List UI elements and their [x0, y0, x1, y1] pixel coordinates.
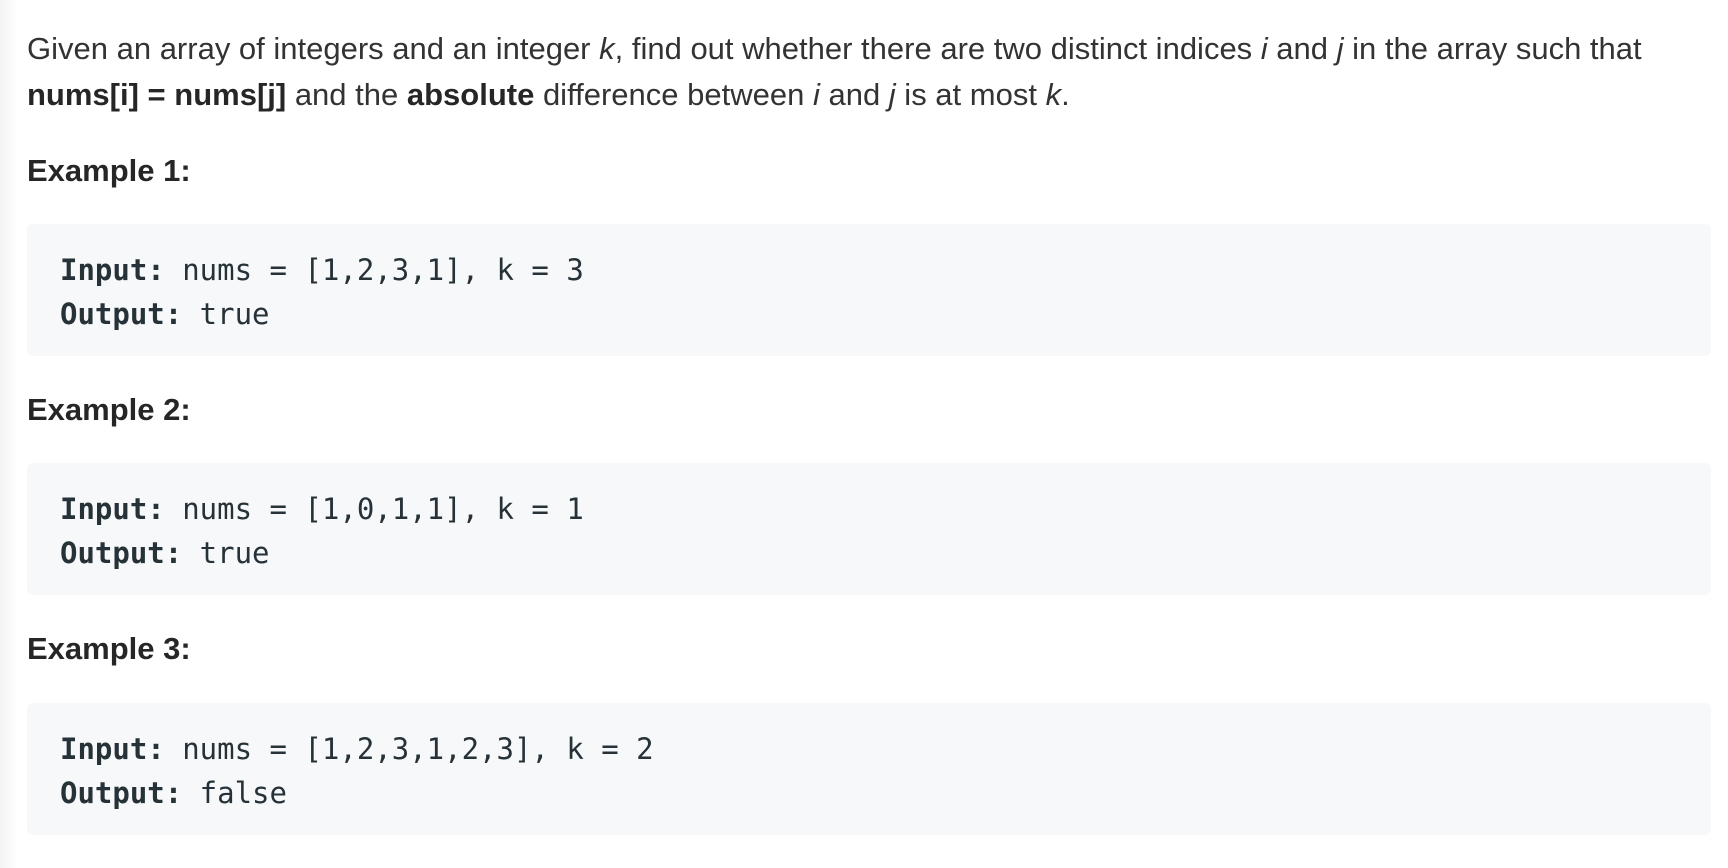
var-j: j	[1336, 31, 1344, 66]
problem-content: Given an array of integers and an intege…	[27, 26, 1711, 835]
problem-description: Given an array of integers and an intege…	[27, 26, 1707, 118]
example-1-title: Example 1:	[27, 153, 191, 188]
desc-text: and	[1267, 31, 1337, 66]
var-k: k	[1045, 77, 1062, 112]
output-line: Output: true	[60, 292, 1678, 336]
input-value: nums = [1,2,3,1,2,3], k = 2	[164, 732, 654, 766]
desc-text: in the array such that	[1343, 31, 1642, 66]
var-k: k	[599, 31, 615, 66]
desc-text: difference between	[534, 77, 813, 112]
var-i: i	[812, 77, 820, 112]
desc-text: Given an array of integers and an intege…	[27, 31, 600, 66]
desc-text: is at most	[895, 77, 1046, 112]
output-label: Output:	[60, 776, 183, 810]
input-value: nums = [1,0,1,1], k = 1	[164, 492, 584, 526]
input-line: Input: nums = [1,2,3,1], k = 3	[60, 248, 1678, 292]
var-i: i	[1260, 31, 1268, 66]
input-line: Input: nums = [1,2,3,1,2,3], k = 2	[60, 727, 1678, 771]
example-3-title: Example 3:	[27, 631, 191, 666]
output-value: false	[182, 776, 287, 810]
example-1-code-block: Input: nums = [1,2,3,1], k = 3 Output: tr…	[27, 224, 1711, 356]
absolute-text: absolute	[406, 77, 535, 112]
output-label: Output:	[60, 536, 183, 570]
desc-text: and	[819, 77, 889, 112]
input-label: Input:	[60, 732, 165, 766]
left-edge-shadow	[0, 0, 18, 868]
example-3-code-block: Input: nums = [1,2,3,1,2,3], k = 2 Output…	[27, 703, 1711, 835]
desc-text: and the	[286, 77, 407, 112]
input-label: Input:	[60, 492, 165, 526]
output-line: Output: true	[60, 531, 1678, 575]
example-2-code-block: Input: nums = [1,0,1,1], k = 1 Output: tr…	[27, 463, 1711, 595]
input-label: Input:	[60, 253, 165, 287]
output-label: Output:	[60, 297, 183, 331]
desc-text: , find out whether there are two distinc…	[614, 31, 1261, 66]
condition-text: nums[i] = nums[j]	[27, 77, 287, 112]
desc-text: .	[1061, 77, 1070, 112]
var-j: j	[888, 77, 896, 112]
input-line: Input: nums = [1,0,1,1], k = 1	[60, 487, 1678, 531]
example-2-title: Example 2:	[27, 392, 191, 427]
output-line: Output: false	[60, 771, 1678, 815]
output-value: true	[182, 536, 270, 570]
input-value: nums = [1,2,3,1], k = 3	[164, 253, 584, 287]
output-value: true	[182, 297, 270, 331]
